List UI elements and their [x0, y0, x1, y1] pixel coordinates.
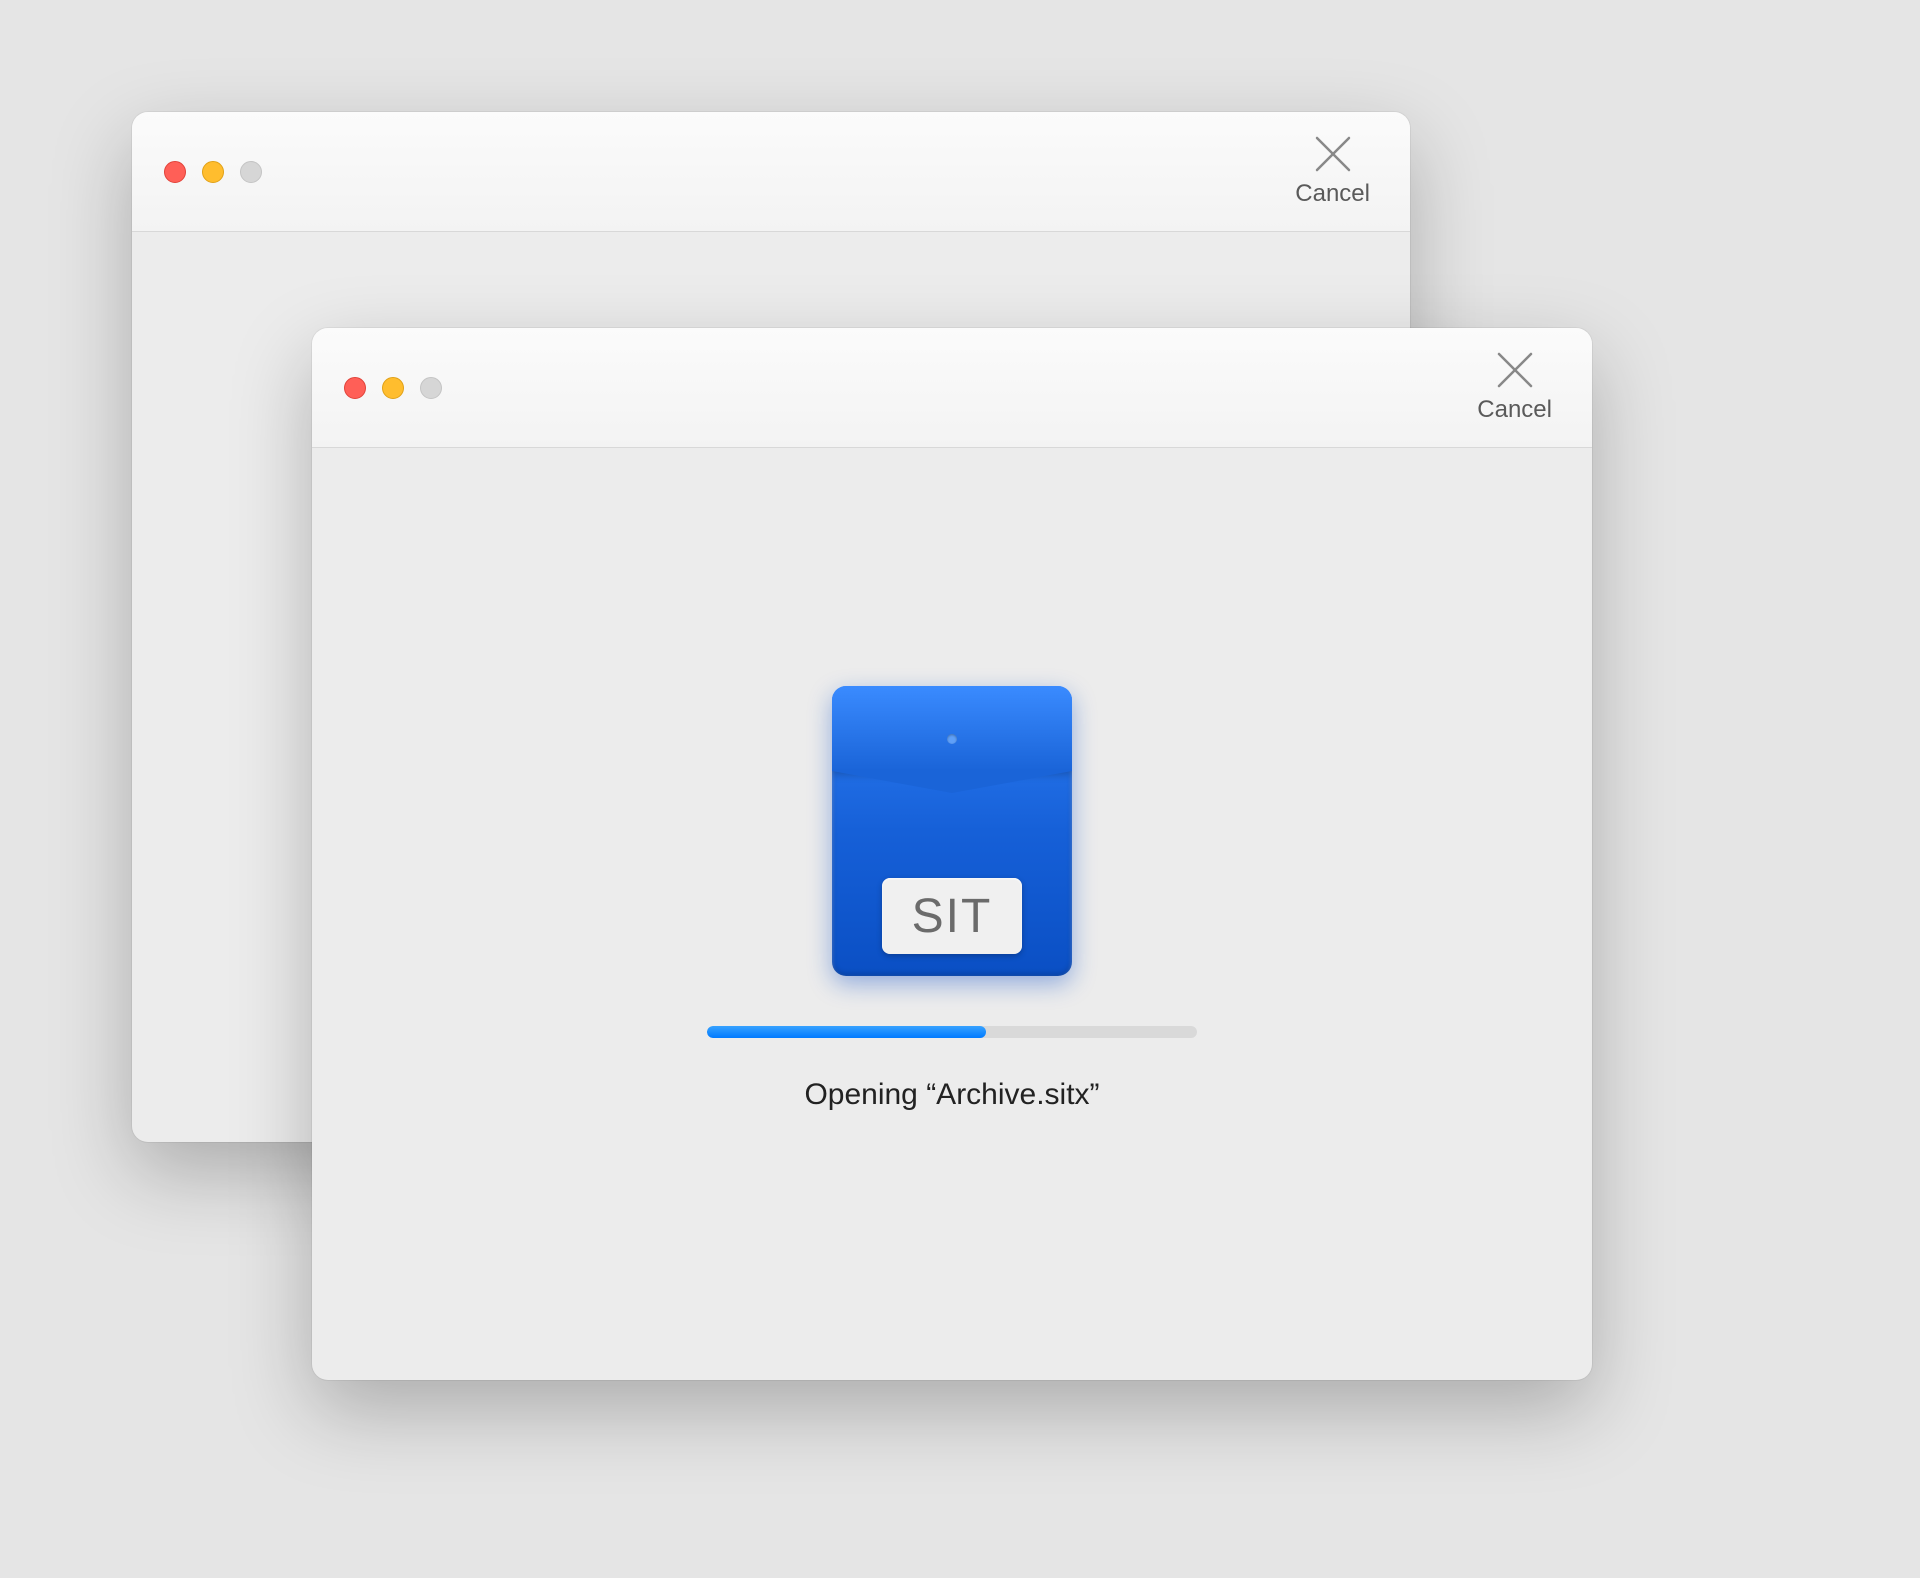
window-zoom-button[interactable] — [240, 161, 262, 183]
cancel-button[interactable]: Cancel — [1477, 346, 1552, 424]
foreground-window: Cancel SIT Opening “Archive.sitx” — [312, 328, 1592, 1380]
window-body: SIT Opening “Archive.sitx” — [312, 448, 1592, 1380]
status-text: Opening “Archive.sitx” — [804, 1078, 1099, 1112]
close-icon — [1491, 346, 1539, 394]
titlebar: Cancel — [132, 112, 1410, 232]
window-close-button[interactable] — [164, 161, 186, 183]
traffic-lights — [164, 161, 262, 183]
window-minimize-button[interactable] — [382, 377, 404, 399]
window-close-button[interactable] — [344, 377, 366, 399]
cancel-label: Cancel — [1295, 180, 1370, 208]
traffic-lights — [344, 377, 442, 399]
cancel-label: Cancel — [1477, 396, 1552, 424]
cancel-button[interactable]: Cancel — [1295, 130, 1370, 208]
close-icon — [1309, 130, 1357, 178]
titlebar: Cancel — [312, 328, 1592, 448]
archive-file-icon: SIT — [832, 686, 1072, 976]
window-minimize-button[interactable] — [202, 161, 224, 183]
progress-fill — [707, 1026, 986, 1038]
window-zoom-button[interactable] — [420, 377, 442, 399]
progress-bar — [707, 1026, 1197, 1038]
archive-type-badge: SIT — [882, 878, 1022, 954]
